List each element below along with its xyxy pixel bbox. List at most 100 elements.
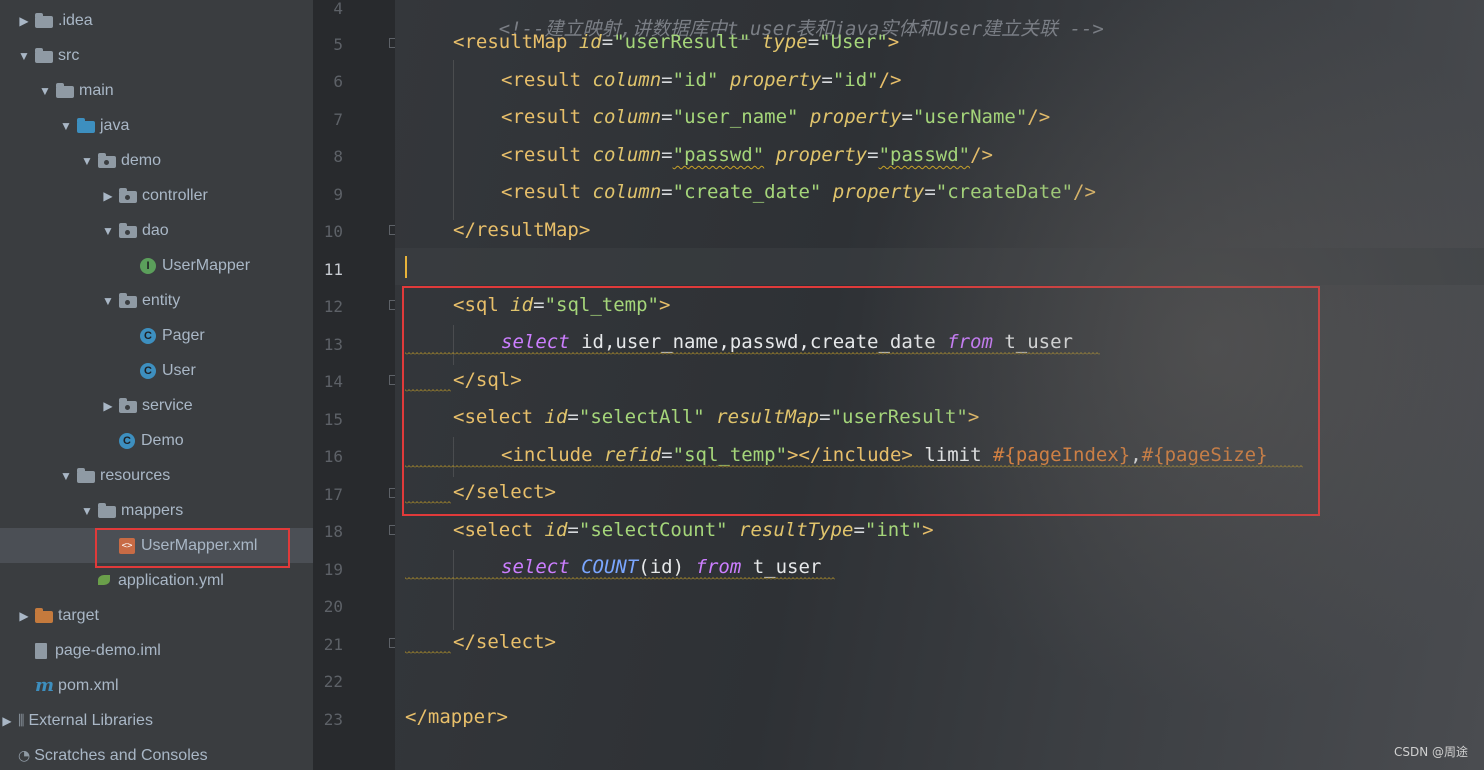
attr-value: "int": [864, 519, 923, 541]
tag-close: />: [1073, 181, 1096, 203]
chevron-down-icon[interactable]: ▼: [80, 504, 94, 518]
tree-item-pom-xml[interactable]: ▶mpom.xml: [0, 668, 313, 703]
tag-end: </mapper>: [405, 706, 508, 728]
code-line-7[interactable]: <result column="user_name" property="use…: [501, 105, 1050, 129]
tag-close: />: [1027, 106, 1051, 128]
chevron-right-icon[interactable]: ▶: [17, 14, 31, 28]
tree-item-label: User: [162, 361, 196, 379]
line-number: 18: [323, 522, 343, 541]
excluded-folder-icon: [35, 607, 53, 623]
code-line-18[interactable]: <select id="selectCount" resultType="int…: [453, 518, 934, 542]
line-number: 10: [323, 222, 343, 241]
attr-name: column: [592, 181, 662, 203]
tree-item-label: controller: [142, 186, 208, 204]
line-number: 22: [323, 672, 343, 691]
chevron-down-icon[interactable]: ▼: [80, 154, 94, 168]
chevron-right-icon[interactable]: ▶: [101, 189, 115, 203]
tree-item-demo[interactable]: ▶CDemo: [0, 423, 313, 458]
code-line-23[interactable]: </mapper>: [405, 705, 508, 729]
chevron-right-icon[interactable]: ▶: [17, 609, 31, 623]
tree-item-label: Scratches and Consoles: [34, 746, 208, 764]
code-line-21[interactable]: </select>: [453, 630, 556, 654]
tree-item-label: resources: [100, 466, 171, 484]
tree-item--idea[interactable]: ▶ .idea: [0, 3, 313, 38]
tree-item-demo[interactable]: ▼ demo: [0, 143, 313, 178]
attr-value: "passwd": [672, 144, 765, 166]
tree-item-external-libraries[interactable]: ▶ ⫼ External Libraries: [0, 703, 313, 738]
chevron-down-icon[interactable]: ▼: [101, 294, 115, 308]
chevron-down-icon[interactable]: ▼: [59, 469, 73, 483]
chevron-down-icon[interactable]: ▼: [101, 224, 115, 238]
tree-item-label: application.yml: [118, 571, 224, 589]
tree-item-controller[interactable]: ▶ controller: [0, 178, 313, 213]
tree-item-target[interactable]: ▶ target: [0, 598, 313, 633]
attr-name: id: [544, 519, 568, 541]
code-line-10[interactable]: </resultMap>: [453, 218, 590, 242]
line-number: 12: [323, 297, 343, 316]
tree-item-java[interactable]: ▼ java: [0, 108, 313, 143]
tag-end: </resultMap>: [453, 219, 591, 241]
tree-item-usermapper[interactable]: ▶IUserMapper: [0, 248, 313, 283]
package-icon: [98, 152, 116, 168]
chevron-down-icon[interactable]: ▼: [17, 49, 31, 63]
line-number: 21: [323, 635, 343, 654]
line-number: 19: [323, 560, 343, 579]
indent-guide: [453, 550, 454, 630]
highlight-box-code: [402, 286, 1320, 516]
tree-item-scratches-and-consoles[interactable]: ▶◔Scratches and Consoles: [0, 738, 313, 770]
code-line-4[interactable]: <!--建立映射,讲数据库中t_user表和java实体和User建立关联 --…: [453, 0, 1104, 40]
tag-open: <select: [453, 519, 534, 541]
line-number: 4: [333, 0, 343, 18]
tree-item-application-yml[interactable]: ▶application.yml: [0, 563, 313, 598]
chevron-right-icon[interactable]: ▶: [101, 399, 115, 413]
tree-item-user[interactable]: ▶CUser: [0, 353, 313, 388]
tree-item-label: Demo: [141, 431, 184, 449]
tree-item-label: src: [58, 46, 80, 64]
sql-function: COUNT: [581, 556, 639, 578]
tree-item-label: main: [79, 81, 114, 99]
tree-item-label: java: [100, 116, 130, 134]
package-icon: [119, 222, 137, 238]
line-number: 5: [333, 35, 343, 54]
tag-open: <resultMap: [453, 31, 568, 53]
yml-file-icon: [98, 573, 114, 589]
attr-name: column: [592, 106, 662, 128]
tag-close: >: [887, 31, 900, 53]
code-line-19[interactable]: select COUNT(id) from t_user: [501, 555, 821, 579]
scratches-icon: ◔: [18, 747, 31, 764]
code-line-6[interactable]: <result column="id" property="id"/>: [501, 68, 901, 92]
class-icon: C: [140, 327, 156, 344]
line-number: 14: [323, 372, 343, 391]
tree-item-mappers[interactable]: ▼ mappers: [0, 493, 313, 528]
warning-squiggle: [405, 577, 835, 581]
project-tree: ▶ .idea ▼ src ▼ main ▼ java ▼ demo ▶ controller ▼ dao…: [0, 0, 313, 770]
line-number: 8: [333, 147, 343, 166]
line-number: 7: [333, 110, 343, 129]
chevron-down-icon[interactable]: ▼: [38, 84, 52, 98]
tree-item-pager[interactable]: ▶CPager: [0, 318, 313, 353]
code-editor[interactable]: <!--建立映射,讲数据库中t_user表和java实体和User建立关联 --…: [395, 0, 1484, 770]
tree-item-resources[interactable]: ▼ resources: [0, 458, 313, 493]
tag-open: <result: [501, 144, 582, 166]
code-line-5[interactable]: <resultMap id="userResult" type="User">: [453, 30, 899, 54]
tree-item-entity[interactable]: ▼ entity: [0, 283, 313, 318]
tree-item-service[interactable]: ▶ service: [0, 388, 313, 423]
text-caret: [405, 256, 407, 278]
line-number: 16: [323, 447, 343, 466]
folder-icon: [35, 12, 53, 28]
tree-item-dao[interactable]: ▼ dao: [0, 213, 313, 248]
current-line-highlight: [395, 248, 1484, 285]
code-line-9[interactable]: <result column="create_date" property="c…: [501, 180, 1096, 204]
line-number: 11: [323, 260, 343, 279]
tree-item-label: entity: [142, 291, 181, 309]
tag-open: <result: [501, 106, 582, 128]
tree-item-page-demo-iml[interactable]: ▶page-demo.iml: [0, 633, 313, 668]
tree-item-src[interactable]: ▼ src: [0, 38, 313, 73]
code-line-8[interactable]: <result column="passwd" property="passwd…: [501, 143, 993, 167]
tag-end: </select>: [453, 631, 556, 653]
tree-item-main[interactable]: ▼ main: [0, 73, 313, 108]
chevron-right-icon[interactable]: ▶: [0, 714, 14, 728]
sql-keyword: from: [695, 556, 742, 578]
resources-folder-icon: [77, 467, 95, 483]
chevron-down-icon[interactable]: ▼: [59, 119, 73, 133]
